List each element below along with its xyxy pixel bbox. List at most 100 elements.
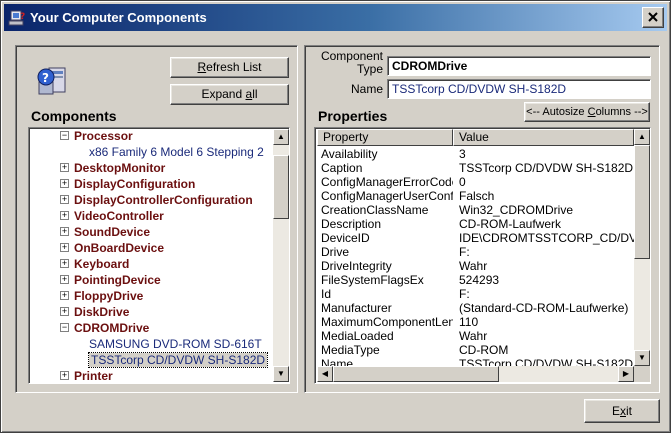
property-name-cell: Drive [321,245,350,259]
property-value-cell: 524293 [459,273,500,287]
property-row[interactable]: ConfigManagerUserConfig Falsch [317,189,634,203]
property-row[interactable]: MaximumComponentLength 110 [317,315,634,329]
property-name-cell: FileSystemFlagsEx [321,273,424,287]
column-header-value[interactable]: Value [453,129,634,146]
refresh-list-label-accel: R [197,60,207,74]
property-row[interactable]: MediaType CD-ROM [317,343,634,357]
exit-label-pre: E [611,404,620,418]
grid-scroll-thumb[interactable] [634,145,650,259]
component-name-field[interactable]: TSSTcorp CD/DVDW SH-S182D [387,79,651,99]
tree-node-label: Processor [74,129,133,143]
tree-device-node[interactable]: TSSTcorp CD/DVDW SH-S182D [87,352,269,368]
tree-category-node[interactable]: − CDROMDrive [60,320,149,336]
property-row[interactable]: Manufacturer (Standard-CD-ROM-Laufwerke) [317,301,634,315]
property-row[interactable]: ConfigManagerErrorCode 0 [317,175,634,189]
svg-text:?: ? [42,71,49,85]
tree-node-label: FloppyDrive [74,289,144,303]
property-row[interactable]: FileSystemFlagsEx 524293 [317,273,634,287]
property-name-cell: Caption [321,161,363,175]
column-header-property[interactable]: Property [317,129,453,146]
tree-category-node[interactable]: + FloppyDrive [60,288,144,304]
tree-category-node[interactable]: + Printer [60,368,113,383]
tree-device-node[interactable]: SAMSUNG DVD-ROM SD-616T [89,336,262,352]
autosize-columns-button[interactable]: <-- Autosize Columns --> [524,102,650,122]
grid-scroll-down-button[interactable]: ▼ [634,350,650,366]
expand-node-icon[interactable]: + [60,195,69,204]
tree-node-label: Printer [74,369,113,383]
property-value-cell: Wahr [459,259,488,273]
property-value-cell: Falsch [459,189,495,203]
property-row[interactable]: Caption TSSTcorp CD/DVDW SH-S182D [317,161,634,175]
tree-category-node[interactable]: + Keyboard [60,256,129,272]
tree-category-node[interactable]: + SoundDevice [60,224,150,240]
property-row[interactable]: Description CD-ROM-Laufwerk [317,217,634,231]
tree-device-node[interactable]: x86 Family 6 Model 6 Stepping 2 [89,144,264,160]
close-button[interactable] [642,7,664,28]
scroll-up-button[interactable]: ▲ [273,129,289,145]
property-row[interactable]: MediaLoaded Wahr [317,329,634,343]
scroll-thumb[interactable] [273,155,289,219]
component-type-field[interactable]: CDROMDrive [387,56,651,76]
property-value-cell: 3 [459,147,466,161]
property-row[interactable]: Id F: [317,287,634,301]
components-tree[interactable]: − Processor x86 Family 6 Model 6 Stepping … [28,127,290,384]
grid-hscroll-thumb[interactable] [333,366,499,382]
tree-node-label: DiskDrive [74,305,130,319]
properties-grid[interactable]: Property Value Availability 3 Caption TSSTc… [314,127,651,384]
grid-horizontal-scrollbar[interactable]: ◀ ▶ [317,366,634,382]
tree-category-node[interactable]: + DisplayConfiguration [60,176,195,192]
property-name-cell: ConfigManagerUserConfig [321,189,453,203]
scroll-corner [634,366,650,382]
grid-scroll-right-button[interactable]: ▶ [618,366,634,382]
property-name-cell: DeviceID [321,231,370,245]
expand-node-icon[interactable]: + [60,179,69,188]
grid-vertical-scrollbar[interactable]: ▲ ▼ [634,129,650,366]
tree-category-node[interactable]: + DiskDrive [60,304,130,320]
expand-node-icon[interactable]: + [60,243,69,252]
expand-node-icon[interactable]: + [60,371,69,380]
property-value-cell: Win32_CDROMDrive [459,203,574,217]
tree-category-node[interactable]: − Processor [60,128,133,144]
property-value-cell: F: [459,245,470,259]
property-row[interactable]: DeviceID IDE\CDROMTSSTCORP_CD/DVDW [317,231,634,245]
tree-category-node[interactable]: + DisplayControllerConfiguration [60,192,253,208]
tree-node-label: VideoController [74,209,164,223]
tree-node-label: OnBoardDevice [74,241,165,255]
refresh-list-button[interactable]: Refresh List [170,57,289,78]
property-row[interactable]: CreationClassName Win32_CDROMDrive [317,203,634,217]
grid-scroll-up-button[interactable]: ▲ [634,129,650,145]
property-row[interactable]: Availability 3 [317,147,634,161]
title-bar[interactable]: ? Your Computer Components [4,4,667,31]
expand-node-icon[interactable]: + [60,227,69,236]
tree-category-node[interactable]: + OnBoardDevice [60,240,165,256]
expand-all-button[interactable]: Expand all [170,84,289,105]
scroll-down-button[interactable]: ▼ [273,366,289,382]
expand-node-icon[interactable]: + [60,307,69,316]
grid-scroll-left-button[interactable]: ◀ [317,366,333,382]
window-title: Your Computer Components [30,10,207,25]
expand-node-icon[interactable]: + [60,259,69,268]
exit-button[interactable]: Exit [584,399,660,423]
component-name-label: Name [350,82,383,96]
close-icon [648,12,658,22]
collapse-node-icon[interactable]: − [60,131,69,140]
property-name-cell: DriveIntegrity [321,259,392,273]
property-name-cell: Manufacturer [321,301,392,315]
expand-node-icon[interactable]: + [60,291,69,300]
collapse-node-icon[interactable]: − [60,323,69,332]
property-value-cell: CD-ROM [459,343,509,357]
expand-node-icon[interactable]: + [60,275,69,284]
tree-node-label: PointingDevice [74,273,161,287]
tree-category-node[interactable]: + VideoController [60,208,164,224]
expand-node-icon[interactable]: + [60,163,69,172]
component-type-label: Component Type [307,50,383,76]
property-value-cell: CD-ROM-Laufwerk [459,217,562,231]
computer-question-icon: ? [37,67,66,95]
tree-node-label: DesktopMonitor [74,161,166,175]
tree-category-node[interactable]: + PointingDevice [60,272,161,288]
tree-vertical-scrollbar[interactable]: ▲ ▼ [273,129,289,382]
expand-node-icon[interactable]: + [60,211,69,220]
tree-category-node[interactable]: + DesktopMonitor [60,160,166,176]
property-row[interactable]: DriveIntegrity Wahr [317,259,634,273]
property-row[interactable]: Drive F: [317,245,634,259]
